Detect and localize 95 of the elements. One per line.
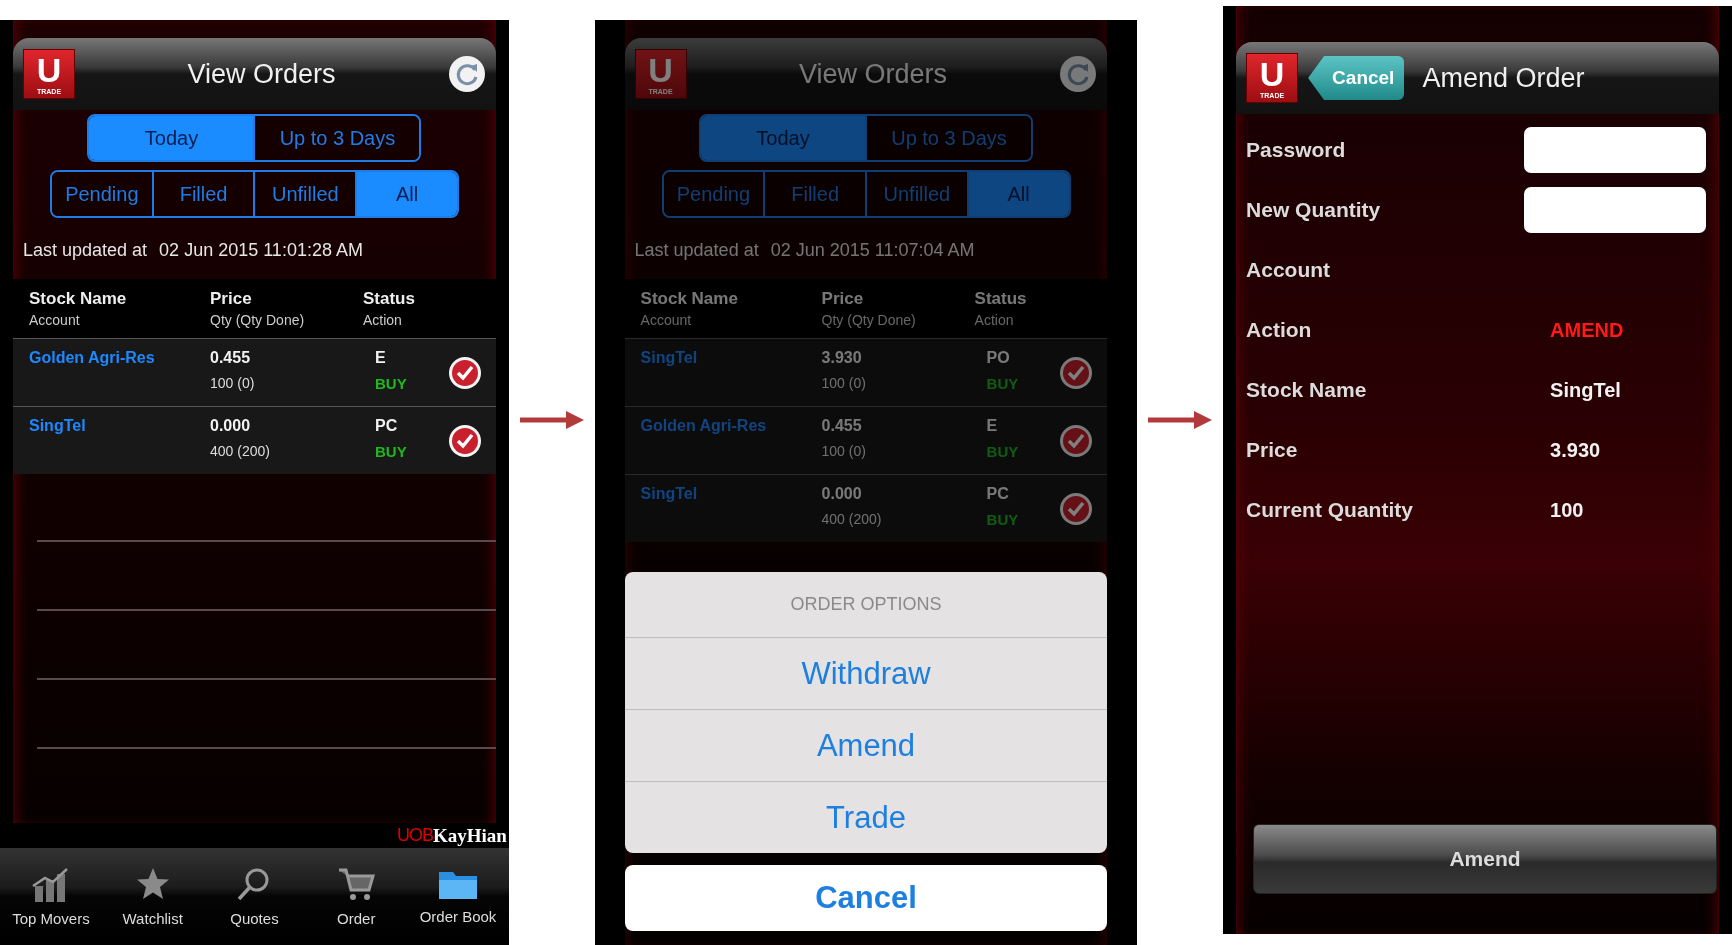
quantity-cell-text: 100 (0) xyxy=(821,443,867,459)
price-cell-text: 3.930 xyxy=(821,349,863,367)
stock-name: SingTel xyxy=(640,485,699,503)
field-value: SingTel xyxy=(1549,378,1621,402)
stock-name: SingTel xyxy=(29,417,87,435)
field-label: Account xyxy=(1246,258,1332,282)
checkmark-icon[interactable] xyxy=(447,355,482,390)
column-subheader: Qty (Qty Done) xyxy=(821,312,917,328)
column-subheader: Account xyxy=(29,312,81,328)
column-subheader: Qty (Qty Done) xyxy=(210,312,306,328)
tab-bar-item[interactable]: Top Movers xyxy=(0,848,102,945)
field-label: Action xyxy=(1246,318,1313,342)
cart-icon xyxy=(337,866,376,902)
status-cell-text: PC xyxy=(375,417,399,435)
checkmark-icon[interactable] xyxy=(1059,491,1094,526)
action-cell-text: BUY xyxy=(986,375,1020,392)
amend-button[interactable]: Amend xyxy=(1253,824,1717,894)
action-sheet-option[interactable]: Amend xyxy=(624,709,1108,781)
field-value: AMEND xyxy=(1549,318,1624,342)
column-header: Price xyxy=(821,289,865,309)
checkmark-icon[interactable] xyxy=(447,423,482,458)
action-cell-text: BUY xyxy=(375,443,408,460)
action-sheet-title: ORDER OPTIONS xyxy=(789,593,943,616)
last-updated-time: 02 Jun 2015 11:07:04 AM xyxy=(770,240,975,261)
action-cell-text: BUY xyxy=(986,511,1020,528)
price-cell-text: 0.000 xyxy=(210,417,252,435)
quantity-cell-text: 100 (0) xyxy=(821,375,867,391)
stock-name: SingTel xyxy=(640,349,699,367)
quantity-cell-text: 400 (200) xyxy=(821,511,883,527)
status-cell-text: PC xyxy=(986,485,1010,503)
filter-tab[interactable]: Pending xyxy=(51,172,152,216)
tab-bar-item[interactable]: Order xyxy=(305,848,408,945)
stock-name: Golden Agri-Res xyxy=(29,349,156,367)
price-cell-text: 0.455 xyxy=(210,349,252,367)
cancel-button[interactable]: Cancel xyxy=(624,865,1108,931)
logo-letter: U xyxy=(1259,56,1285,91)
last-updated-label: Last updated at xyxy=(23,240,148,261)
cancel-button[interactable]: Cancel xyxy=(1308,56,1405,100)
checkmark-icon[interactable] xyxy=(1059,423,1094,458)
tab-bar-item[interactable]: Quotes xyxy=(203,848,306,945)
column-header: Status xyxy=(363,289,416,309)
field-label: Stock Name xyxy=(1246,378,1368,402)
screen-title: Amend Order xyxy=(1421,62,1586,94)
price-cell-text: 0.000 xyxy=(821,485,863,503)
column-subheader: Action xyxy=(363,312,403,328)
action-cell-text: BUY xyxy=(986,443,1020,460)
field-label: New Quantity xyxy=(1246,198,1382,222)
right-arrow xyxy=(519,409,584,431)
order-row[interactable]: SingTel 0.000 400 (200) PC BUY xyxy=(13,406,496,474)
right-arrow xyxy=(1148,409,1213,431)
logo-letter: U xyxy=(36,52,62,87)
column-header: Stock Name xyxy=(640,289,739,309)
star-icon xyxy=(134,866,171,902)
order-row[interactable]: SingTel 0.000 400 (200) PC BUY xyxy=(624,474,1108,542)
screen-title: View Orders xyxy=(797,58,949,90)
column-header: Stock Name xyxy=(29,289,128,309)
logo-letter: U xyxy=(648,52,673,87)
action-cell-text: BUY xyxy=(375,375,408,392)
field-value: 100 xyxy=(1549,498,1584,522)
column-subheader: Account xyxy=(640,312,693,328)
column-header: Price xyxy=(210,289,253,309)
checkmark-icon[interactable] xyxy=(1059,355,1094,390)
status-cell-text: PO xyxy=(986,349,1011,367)
period-tab[interactable]: Up to 3 Days xyxy=(253,116,420,160)
quantity-cell-text: 400 (200) xyxy=(210,443,271,459)
filter-tab[interactable]: All xyxy=(355,172,457,216)
order-row[interactable]: Golden Agri-Res 0.455 100 (0) E BUY xyxy=(624,406,1108,474)
field-value: 3.930 xyxy=(1549,438,1601,462)
column-header: Status xyxy=(974,289,1028,309)
action-sheet-option[interactable]: Withdraw xyxy=(624,637,1108,709)
screen-title: View Orders xyxy=(186,58,337,90)
field-label: Price xyxy=(1246,438,1299,462)
order-row[interactable]: Golden Agri-Res 0.455 100 (0) E BUY xyxy=(13,338,496,406)
field-label: Password xyxy=(1246,138,1347,162)
price-cell-text: 0.455 xyxy=(821,417,863,435)
action-sheet-option[interactable]: Trade xyxy=(624,781,1108,853)
period-tab[interactable]: Today xyxy=(89,116,254,160)
quantity-cell-text: 100 (0) xyxy=(210,375,256,391)
filter-tab[interactable]: Filled xyxy=(151,172,254,216)
tab-bar-item[interactable]: Watchlist xyxy=(101,848,204,945)
refresh-icon[interactable] xyxy=(447,55,486,93)
brand-name: KayHian xyxy=(433,824,507,847)
last-updated-label: Last updated at xyxy=(634,240,759,261)
filter-tab[interactable]: Unfilled xyxy=(253,172,356,216)
stock-name: Golden Agri-Res xyxy=(640,417,768,435)
status-cell-text: E xyxy=(375,349,387,367)
last-updated-time: 02 Jun 2015 11:01:28 AM xyxy=(159,240,363,261)
input-field[interactable] xyxy=(1524,127,1707,173)
input-field[interactable] xyxy=(1524,187,1707,233)
tab-bar-item[interactable]: Order Book xyxy=(407,848,509,945)
order-row[interactable]: SingTel 3.930 100 (0) PO BUY xyxy=(624,338,1108,406)
column-subheader: Action xyxy=(974,312,1015,328)
brand-mark: UOB xyxy=(397,825,433,845)
field-label: Current Quantity xyxy=(1246,498,1414,522)
status-cell-text: E xyxy=(986,417,999,435)
